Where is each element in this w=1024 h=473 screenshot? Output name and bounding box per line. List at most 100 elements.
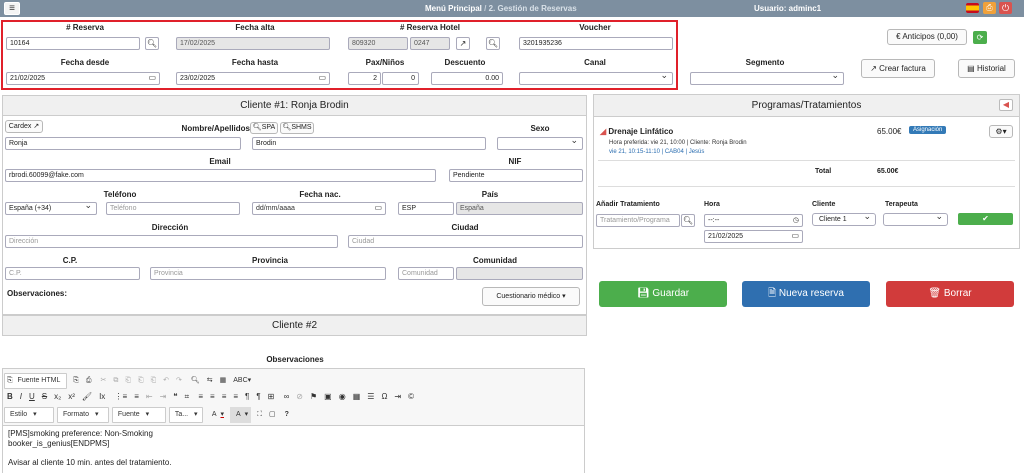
pais-code-input[interactable]: ESP [398, 202, 454, 215]
hora-input[interactable]: --:-- [704, 214, 803, 227]
shms-search-button[interactable]: 🔍︎SHMS [280, 122, 314, 134]
outdent-icon[interactable]: ⇤ [143, 390, 156, 404]
apellidos-input[interactable]: Brodin [252, 137, 486, 150]
image-icon[interactable]: ▣ [321, 390, 335, 404]
cuestionario-medico-button[interactable]: Cuestionario médico ▾ [482, 287, 580, 306]
observaciones-content[interactable]: [PMS]smoking preference: Non-Smoking boo… [3, 425, 584, 473]
align-justify-icon[interactable]: ≡ [230, 390, 241, 404]
strike-icon[interactable]: S [39, 390, 50, 404]
asignacion-badge[interactable]: Asignación [909, 126, 947, 134]
remove-format-icon[interactable]: Ix [96, 390, 108, 404]
table-icon[interactable]: ▦ [350, 390, 364, 404]
blockquote-icon[interactable]: ❝ [170, 390, 180, 404]
add-treatment-button[interactable]: ✔ [958, 213, 1013, 225]
anchor-icon[interactable]: ⚑ [307, 390, 320, 404]
div-icon[interactable]: ⌗ [182, 390, 193, 404]
direccion-input[interactable]: Dirección [5, 235, 338, 248]
printer-icon[interactable]: ⎙ [983, 2, 996, 14]
spa-search-button[interactable]: 🔍︎SPA [250, 122, 278, 134]
crear-factura-button[interactable]: ↗ Crear factura [861, 59, 935, 78]
fecha-tratamiento-input[interactable]: 21/02/2025 [704, 230, 803, 243]
hamburger-icon[interactable]: ≡ [4, 2, 20, 15]
source-html-button[interactable]: ⎘ Fuente HTML [4, 373, 68, 389]
spellcheck-icon[interactable]: ABC▾ [230, 374, 254, 388]
copy-icon[interactable]: ⧉ [110, 374, 121, 388]
paste-word-icon[interactable]: ⎗ [148, 374, 160, 388]
external-link-button[interactable]: ↗ [456, 37, 470, 50]
bg-color-button[interactable]: A ▾ [229, 407, 252, 423]
cp-input[interactable]: C.P. [5, 267, 140, 280]
special-char-icon[interactable]: Ω [378, 390, 390, 404]
ciudad-input[interactable]: Ciudad [348, 235, 583, 248]
power-icon[interactable]: ⏻ [999, 2, 1012, 14]
redo-icon[interactable]: ↷ [173, 374, 185, 388]
iframe-icon[interactable]: © [405, 390, 417, 404]
segmento-select[interactable] [690, 72, 844, 85]
search-hotel-button[interactable]: 🔍︎ [486, 37, 500, 50]
underline-icon[interactable]: U [26, 390, 38, 404]
spain-flag-icon[interactable] [966, 3, 979, 13]
breadcrumb-main-menu[interactable]: Menú Principal [425, 4, 482, 13]
treatment-name[interactable]: ◢ Drenaje Linfático [600, 127, 673, 136]
fecha-nac-input[interactable]: dd/mm/aaaa [252, 202, 386, 215]
fecha-hasta-input[interactable]: 23/02/2025 [176, 72, 330, 85]
fecha-desde-input[interactable]: 21/02/2025 [6, 72, 160, 85]
cliente-2-panel[interactable]: Cliente #2 [2, 315, 587, 336]
link-icon[interactable]: ∞ [281, 390, 293, 404]
align-right-icon[interactable]: ≡ [219, 390, 230, 404]
borrar-button[interactable]: 🗑︎ Borrar [886, 281, 1014, 307]
undo-icon[interactable]: ↶ [160, 374, 172, 388]
estilo-select[interactable]: Estilo ▾ [4, 407, 54, 423]
numbered-list-icon[interactable]: ⋮≡ [112, 390, 131, 404]
find-icon[interactable]: 🔍︎ [188, 374, 203, 388]
format-painter-icon[interactable]: 🖌 [79, 390, 95, 404]
terapeuta-select[interactable] [883, 213, 948, 226]
historial-button[interactable]: ▤ Historial [958, 59, 1015, 78]
ltr-icon[interactable]: ¶ [242, 390, 252, 404]
cardex-button[interactable]: Cardex ↗ [5, 120, 43, 133]
nombre-input[interactable]: Ronja [5, 137, 241, 150]
comunidad-input[interactable]: Comunidad [398, 267, 454, 280]
formato-select[interactable]: Formato ▾ [56, 407, 109, 423]
pax-input[interactable]: 2 [348, 72, 381, 85]
canal-select[interactable] [519, 72, 673, 85]
nueva-reserva-button[interactable]: 🗎 Nueva reserva [742, 281, 870, 307]
paste-text-icon[interactable]: ⎗ [135, 374, 147, 388]
select-all-icon[interactable]: ▦ [217, 374, 230, 388]
italic-icon[interactable]: I [17, 390, 25, 404]
tamano-select[interactable]: Ta... ▾ [168, 407, 203, 423]
descuento-input[interactable]: 0.00 [431, 72, 503, 85]
tratamiento-input[interactable]: Tratamiento/Programa [596, 214, 680, 227]
template-icon[interactable]: ⎙ [83, 374, 95, 388]
language-icon[interactable]: ⊞ [265, 390, 278, 404]
sexo-select[interactable] [497, 137, 583, 150]
rtl-icon[interactable]: ¶ [253, 390, 263, 404]
paste-icon[interactable]: ⎗ [122, 374, 134, 388]
search-tratamiento-button[interactable]: 🔍︎ [681, 214, 695, 227]
telefono-prefix-select[interactable]: España (+34) [5, 202, 97, 215]
nif-input[interactable]: Pendiente [449, 169, 583, 182]
anticipos-button[interactable]: € Anticipos (0,00) [887, 29, 967, 45]
align-center-icon[interactable]: ≡ [207, 390, 218, 404]
bullet-list-icon[interactable]: ≡ [131, 390, 142, 404]
cut-icon[interactable]: ✂ [97, 374, 109, 388]
bold-icon[interactable]: B [4, 390, 16, 404]
search-reserva-button[interactable]: 🔍︎ [145, 37, 159, 50]
reserva-number-input[interactable]: 10164 [6, 37, 140, 50]
collapse-icon[interactable]: ◀ [999, 99, 1013, 111]
text-color-button[interactable]: A ▾ [206, 407, 227, 423]
refresh-icon[interactable]: ⟳ [973, 31, 987, 44]
align-left-icon[interactable]: ≡ [195, 390, 206, 404]
ninos-input[interactable]: 0 [382, 72, 419, 85]
flash-icon[interactable]: ◉ [336, 390, 349, 404]
unlink-icon[interactable]: ⊘ [293, 390, 306, 404]
help-icon[interactable]: ? [282, 408, 292, 422]
provincia-input[interactable]: Provincia [150, 267, 386, 280]
superscript-icon[interactable]: x² [65, 390, 78, 404]
replace-icon[interactable]: ⇆ [204, 374, 216, 388]
telefono-input[interactable]: Teléfono [106, 202, 240, 215]
guardar-button[interactable]: 💾︎ Guardar [599, 281, 727, 307]
preview-icon[interactable]: ⎘ [70, 374, 82, 388]
voucher-input[interactable]: 3201935236 [519, 37, 673, 50]
maximize-icon[interactable]: ⛶ [254, 408, 265, 422]
